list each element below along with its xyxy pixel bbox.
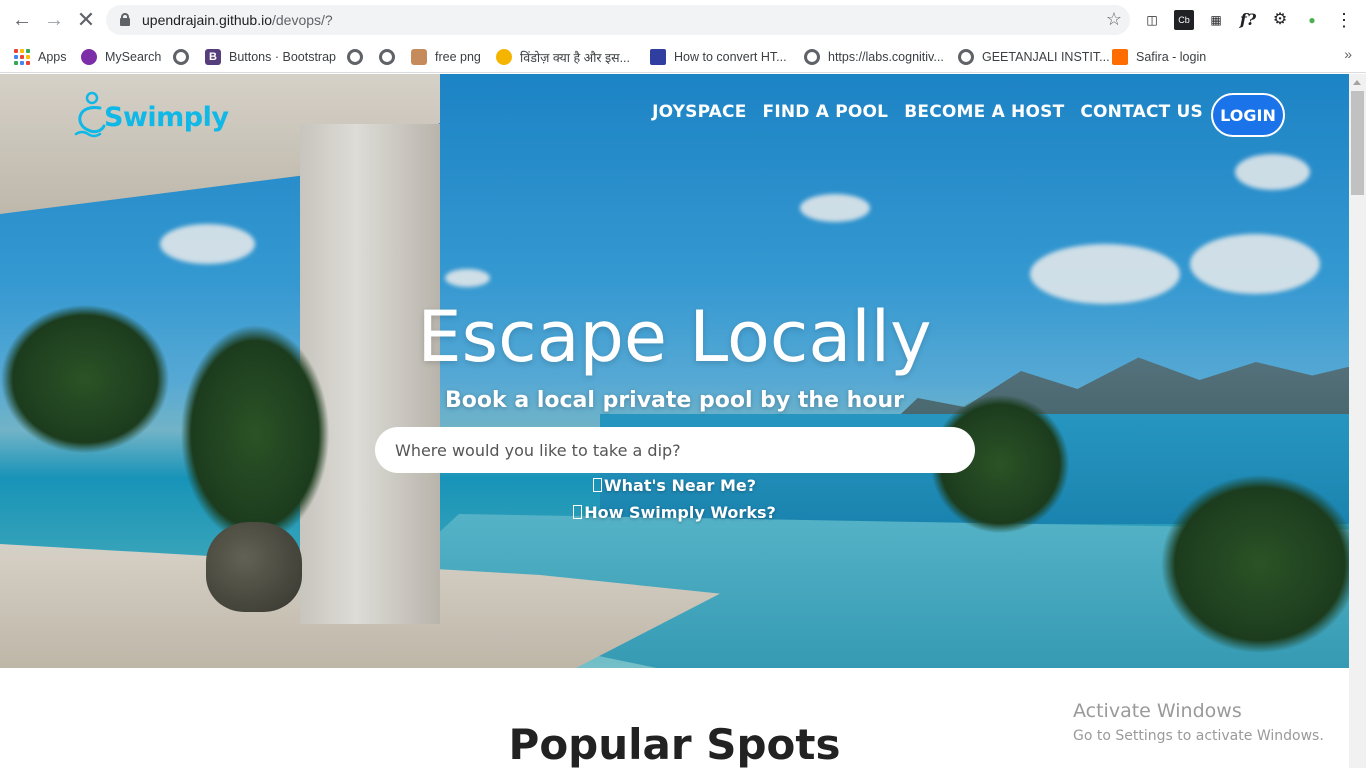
page-scrollbar[interactable] (1349, 74, 1366, 768)
browser-menu-icon[interactable]: ⋮ (1334, 10, 1354, 30)
bookmark-label: free png (435, 50, 481, 64)
nav-joyspace[interactable]: JOYSPACE (652, 102, 746, 122)
globe-icon (173, 49, 189, 65)
bookmark-windows-hindi[interactable]: विंडोज़ क्या है और इस... (496, 48, 630, 66)
lock-icon (120, 13, 130, 26)
bookmark-apps[interactable]: Apps (14, 48, 67, 66)
browser-toolbar: ← → ✕ upendrajain.github.io/devops/? ☆ ◫… (0, 0, 1366, 40)
bookmark-label: MySearch (105, 50, 162, 64)
bookmark-globe-3[interactable] (379, 48, 403, 66)
how-swimply-works-label: How Swimply Works? (584, 503, 776, 522)
location-icon (592, 478, 602, 492)
bookmark-bootstrap-buttons[interactable]: B Buttons · Bootstrap (205, 48, 336, 66)
bookmark-label: विंडोज़ क्या है और इस... (520, 50, 630, 65)
bookmark-label: GEETANJALI INSTIT... (982, 50, 1110, 64)
bookmark-globe-1[interactable] (173, 48, 197, 66)
bookmark-globe-2[interactable] (347, 48, 371, 66)
logo-text: Swimply (104, 102, 229, 133)
main-nav: JOYSPACE FIND A POOL BECOME A HOST CONTA… (652, 102, 1203, 122)
info-icon (573, 505, 583, 519)
cb-extension-icon[interactable]: Cb (1174, 10, 1194, 30)
nav-contact-us[interactable]: CONTACT US (1080, 102, 1203, 122)
pool-search-input[interactable] (375, 427, 975, 473)
hero-section: Swimply JOYSPACE FIND A POOL BECOME A HO… (0, 74, 1349, 668)
bookmark-free-png[interactable]: free png (411, 48, 481, 66)
bookmark-label: Safira - login (1136, 50, 1207, 64)
globe-icon (347, 49, 363, 65)
bookmark-star-icon[interactable]: ☆ (1106, 9, 1122, 30)
translate-icon[interactable]: ▦ (1206, 10, 1226, 30)
bookmark-label: https://labs.cognitiv... (828, 50, 944, 64)
bookmarks-bar: Apps MySearch B Buttons · Bootstrap free… (0, 40, 1366, 73)
activate-windows-title: Activate Windows (1073, 700, 1242, 722)
activate-windows-subtitle: Go to Settings to activate Windows. (1073, 728, 1324, 744)
globe-icon (804, 49, 820, 65)
bootstrap-icon: B (205, 49, 221, 65)
formula-extension-icon[interactable]: f? (1238, 10, 1258, 30)
whats-near-me-label: What's Near Me? (603, 476, 757, 495)
login-button[interactable]: LOGIN (1211, 93, 1285, 137)
scrollbar-thumb[interactable] (1351, 91, 1364, 195)
nav-become-a-host[interactable]: BECOME A HOST (904, 102, 1064, 122)
whats-near-me-link[interactable]: What's Near Me? (0, 476, 1349, 495)
how-swimply-works-link[interactable]: How Swimply Works? (0, 503, 1349, 522)
hero-subheading: Book a local private pool by the hour (445, 388, 904, 413)
globe-icon (379, 49, 395, 65)
nav-find-a-pool[interactable]: FIND A POOL (763, 102, 889, 122)
bookmark-labs-cognitive[interactable]: https://labs.cognitiv... (804, 48, 944, 66)
address-bar[interactable]: upendrajain.github.io/devops/? ☆ (106, 5, 1130, 35)
bookmark-label: Apps (38, 50, 67, 64)
apps-grid-icon (14, 49, 30, 65)
swimply-logo[interactable]: Swimply (70, 90, 229, 142)
m-icon (496, 49, 512, 65)
mysearch-icon (81, 49, 97, 65)
back-icon[interactable]: ← (10, 8, 34, 32)
puzzle-extensions-icon[interactable]: ⚙ (1270, 10, 1290, 30)
square-icon (650, 49, 666, 65)
screen-cast-icon[interactable]: ◫ (1142, 10, 1162, 30)
bookmarks-overflow-icon[interactable]: » (1344, 46, 1352, 62)
hero-headline: Escape Locally (417, 296, 932, 378)
h-icon (1112, 49, 1128, 65)
bookmark-label: How to convert HT... (674, 50, 787, 64)
bookmark-mysearch[interactable]: MySearch (81, 48, 161, 66)
bookmark-geetanjali[interactable]: GEETANJALI INSTIT... (958, 48, 1110, 66)
bookmark-safira-login[interactable]: Safira - login (1112, 48, 1206, 66)
globe-icon (958, 49, 974, 65)
figure-icon (411, 49, 427, 65)
stop-loading-icon[interactable]: ✕ (74, 8, 98, 32)
scroll-up-icon[interactable] (1353, 80, 1361, 85)
globe-extension-icon[interactable]: ● (1302, 10, 1322, 30)
bookmark-label: Buttons · Bootstrap (229, 50, 337, 64)
page-viewport: Swimply JOYSPACE FIND A POOL BECOME A HO… (0, 74, 1366, 768)
bookmark-convert-html[interactable]: How to convert HT... (650, 48, 787, 66)
url-text[interactable]: upendrajain.github.io/devops/? (142, 12, 333, 28)
forward-icon[interactable]: → (42, 8, 66, 32)
